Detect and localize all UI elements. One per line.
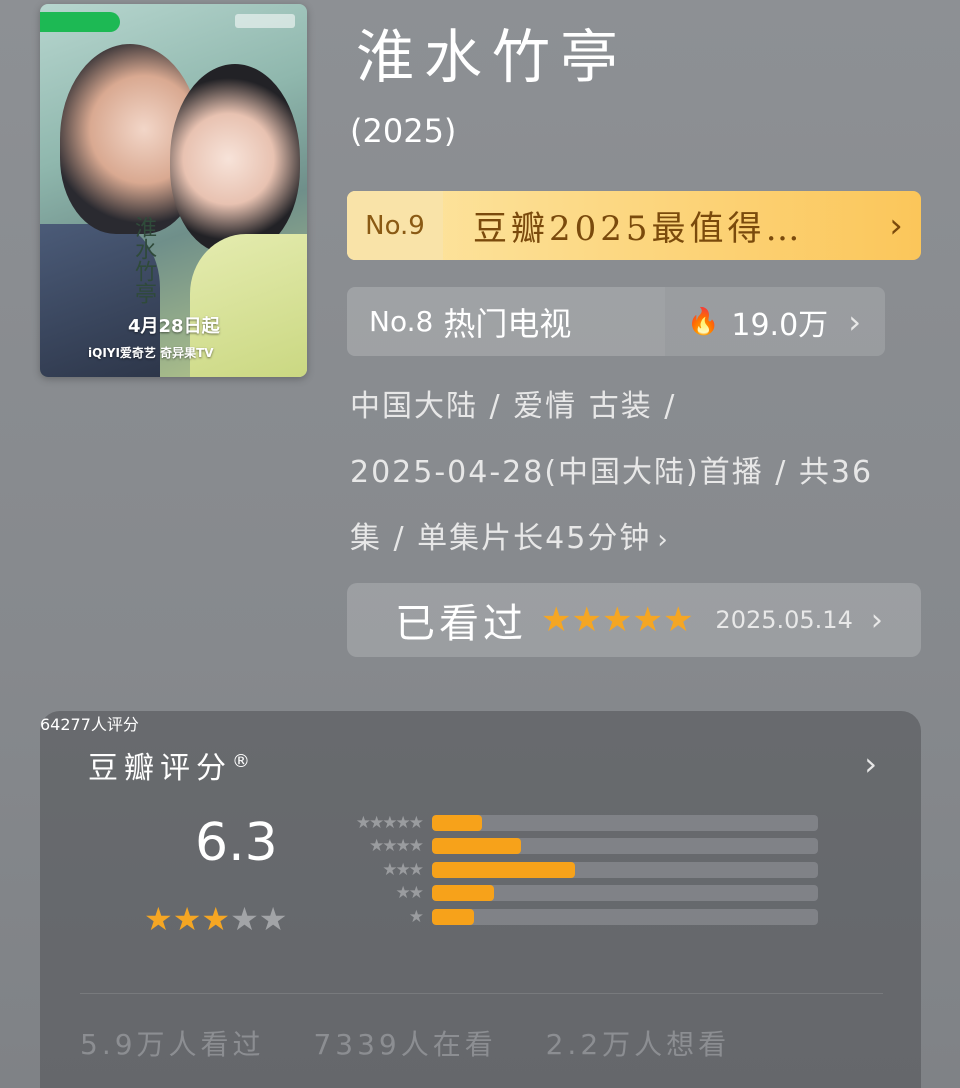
hot-tv-rank: No.8 热门电视 [347, 287, 665, 356]
star-icon: ★ [144, 900, 173, 938]
page-title: 淮水竹亭 [356, 23, 629, 91]
distribution-track [432, 908, 818, 925]
distribution-bar [432, 814, 483, 831]
chevron-right-icon: › [657, 525, 670, 555]
producer-logo [235, 14, 295, 28]
watched-label: 已看过 [395, 601, 527, 647]
distribution-row: ★★★★ [336, 835, 818, 859]
distribution-track [432, 861, 818, 878]
rating-score: 6.3 [195, 813, 278, 873]
my-rating-stars: ★★★★★ [541, 600, 693, 640]
poster-image[interactable]: 淮水竹亭 4月28日起 iQIYI爱奇艺 奇异果TV [40, 4, 307, 377]
platform-badge [40, 12, 120, 32]
audience-stats: 5.9万人看过 7339人在看 2.2万人想看 [80, 1023, 766, 1063]
chevron-right-icon[interactable]: › [864, 745, 877, 783]
distribution-stars: ★ [408, 906, 424, 927]
distribution-bar [432, 885, 494, 902]
star-icon: ★ [601, 600, 633, 640]
distribution-stars: ★★ [395, 883, 424, 904]
distribution-stars: ★★★★★ [355, 812, 424, 833]
info-line-region-genre: 中国大陆 / 爱情 古装 / [350, 389, 677, 424]
distribution-track [432, 885, 818, 902]
distribution-bar [432, 861, 575, 878]
star-icon: ★ [230, 900, 259, 938]
info-line-premiere: 2025-04-28(中国大陆)首播 / 共36 [350, 455, 874, 490]
distribution-bar [432, 908, 475, 925]
chevron-right-icon: › [848, 302, 861, 341]
hot-tv-ranking-banner[interactable]: No.8 热门电视 🔥 19.0万 › [347, 287, 885, 356]
rating-card[interactable]: 豆瓣评分® › 6.3 ★★★★★ ★★★★★ ★★★★ ★★★ ★★ ★ 64277人… [40, 711, 921, 1088]
poster-calligraphy: 淮水竹亭 [131, 216, 156, 304]
stat-watched[interactable]: 5.9万人看过 [80, 1028, 265, 1061]
stat-watching[interactable]: 7339人在看 [313, 1028, 496, 1061]
star-icon: ★ [571, 600, 602, 640]
hot-count: 🔥 19.0万 › [665, 300, 885, 344]
poster-date: 4月28日起 [128, 316, 220, 337]
distribution-row: ★★★★★ [336, 811, 818, 835]
star-icon: ★ [662, 600, 694, 640]
star-icon: ★ [541, 600, 572, 640]
watched-date: 2025.05.14 [715, 606, 853, 634]
distribution-row: ★★ [336, 882, 818, 906]
star-icon: ★ [258, 900, 288, 938]
distribution-bar [432, 838, 521, 855]
annual-rank-text: 豆瓣2025最值得… [473, 209, 804, 249]
info-line-episodes: 集 / 单集片长45分钟 › [350, 521, 670, 556]
rating-distribution: ★★★★★ ★★★★ ★★★ ★★ ★ [336, 811, 818, 929]
distribution-row: ★★★ [336, 858, 818, 882]
rating-count: 64277人评分 [40, 715, 139, 734]
poster-figure-female [170, 64, 300, 254]
hot-rank-number: No.8 [369, 305, 434, 338]
distribution-track [432, 838, 818, 855]
show-info[interactable]: 中国大陆 / 爱情 古装 / 2025-04-28(中国大陆)首播 / 共36 … [350, 374, 910, 573]
annual-rank-number: No.9 [347, 191, 443, 260]
star-icon: ★ [172, 900, 202, 938]
divider [80, 993, 883, 994]
star-icon: ★ [632, 600, 663, 640]
distribution-stars: ★★★★ [369, 836, 424, 857]
flame-icon: 🔥 [687, 306, 720, 337]
annual-ranking-banner[interactable]: No.9 豆瓣2025最值得… › [347, 191, 921, 260]
distribution-stars: ★★★ [382, 859, 424, 880]
rating-score-stars: ★★★★★ [144, 900, 287, 938]
hot-count-value: 19.0万 [731, 307, 829, 343]
distribution-row: ★ [336, 905, 818, 929]
star-icon: ★ [201, 900, 231, 938]
release-year: (2025) [350, 112, 457, 150]
chevron-right-icon: › [889, 205, 903, 246]
stat-want[interactable]: 2.2万人想看 [546, 1028, 731, 1061]
watched-status[interactable]: 已看过 ★★★★★ 2025.05.14 › [347, 583, 921, 657]
poster-logos: iQIYI爱奇艺 奇异果TV [88, 346, 214, 360]
rating-title: 豆瓣评分® [88, 751, 250, 786]
distribution-track [432, 814, 818, 831]
hot-rank-text: 热门电视 [443, 304, 572, 343]
chevron-right-icon: › [870, 602, 883, 638]
